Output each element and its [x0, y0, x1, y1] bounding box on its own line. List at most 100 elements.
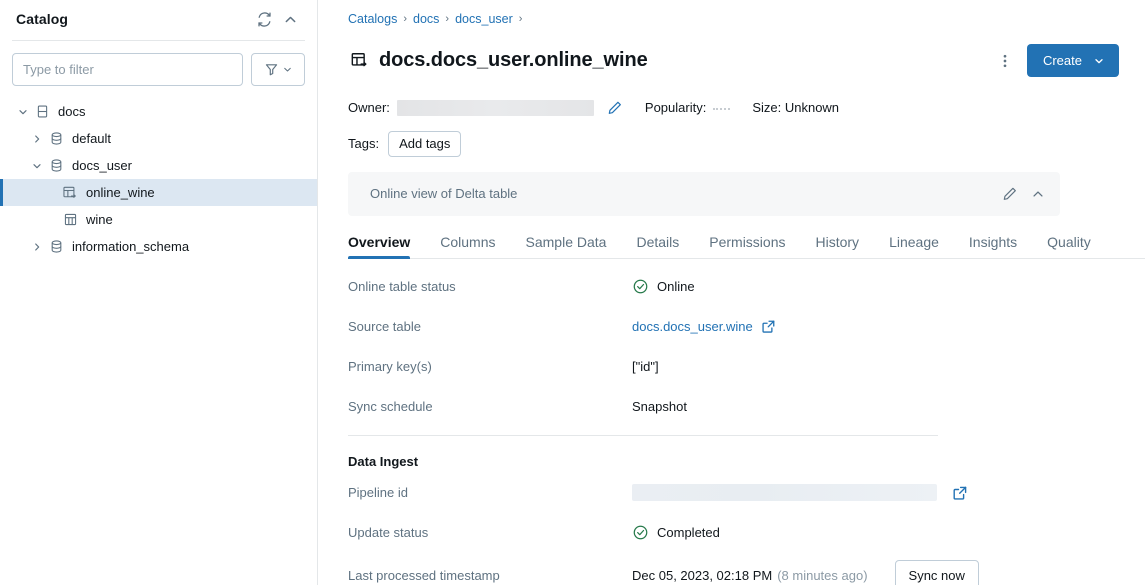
main-panel: Catalogs › docs › docs_user › docs.docs_…	[318, 0, 1145, 585]
collapse-sidebar-icon[interactable]	[277, 6, 303, 32]
sidebar-title: Catalog	[16, 11, 251, 27]
detail-value: docs.docs_user.wine	[632, 319, 776, 334]
chevron-down-icon[interactable]	[14, 106, 32, 118]
check-circle-icon	[632, 524, 649, 541]
add-tags-button[interactable]: Add tags	[388, 131, 461, 157]
tree-item-docs-user[interactable]: docs_user	[0, 152, 317, 179]
section-divider	[348, 435, 938, 436]
tree-item-label: docs	[58, 104, 85, 119]
tree-item-label: online_wine	[86, 185, 155, 200]
tab-overview[interactable]: Overview	[348, 234, 410, 258]
metadata-row: Owner: Popularity: Size: Unknown	[348, 97, 1145, 119]
detail-value: ["id"]	[632, 359, 659, 374]
tree-item-online-wine[interactable]: online_wine	[0, 179, 317, 206]
tab-history[interactable]: History	[816, 234, 860, 258]
external-link-icon[interactable]	[761, 319, 776, 334]
size-label: Size: Unknown	[752, 100, 839, 115]
database-icon	[46, 239, 66, 254]
tags-row: Tags: Add tags	[348, 131, 1145, 157]
popularity-value	[713, 108, 730, 110]
tab-sample-data[interactable]: Sample Data	[526, 234, 607, 258]
tree-item-wine[interactable]: wine	[0, 206, 317, 233]
description-text: Online view of Delta table	[370, 186, 996, 201]
detail-row-online-table-status: Online table status Online	[348, 267, 1145, 307]
sidebar-header: Catalog	[0, 0, 317, 38]
breadcrumb-separator: ›	[519, 13, 523, 25]
detail-row-primary-keys: Primary key(s) ["id"]	[348, 347, 1145, 387]
detail-row-last-processed-timestamp: Last processed timestamp Dec 05, 2023, 0…	[348, 553, 1145, 585]
tab-lineage[interactable]: Lineage	[889, 234, 939, 258]
tab-columns[interactable]: Columns	[440, 234, 495, 258]
description-box: Online view of Delta table	[348, 172, 1060, 216]
catalog-tree: docs default	[0, 94, 317, 260]
detail-row-source-table: Source table docs.docs_user.wine	[348, 307, 1145, 347]
online-table-status-value: Online	[657, 279, 695, 294]
detail-value: Dec 05, 2023, 02:18 PM (8 minutes ago) S…	[632, 560, 979, 585]
last-processed-relative-time: (8 minutes ago)	[777, 568, 867, 583]
page-title: docs.docs_user.online_wine	[379, 49, 991, 72]
detail-key: Primary key(s)	[348, 359, 632, 374]
external-link-icon[interactable]	[952, 485, 968, 501]
source-table-link[interactable]: docs.docs_user.wine	[632, 319, 753, 334]
chevron-down-icon	[282, 64, 293, 75]
filter-button[interactable]	[251, 53, 305, 86]
create-button[interactable]: Create	[1027, 44, 1119, 77]
tree-item-default[interactable]: default	[0, 125, 317, 152]
chevron-right-icon[interactable]	[28, 133, 46, 145]
breadcrumb-item-docs-user[interactable]: docs_user	[455, 12, 513, 26]
sync-now-button[interactable]: Sync now	[895, 560, 979, 585]
detail-key: Last processed timestamp	[348, 568, 632, 583]
detail-value: Online	[632, 278, 695, 295]
collapse-description-icon[interactable]	[1024, 180, 1052, 208]
chevron-right-icon[interactable]	[28, 241, 46, 253]
refresh-icon[interactable]	[251, 6, 277, 32]
create-button-label: Create	[1043, 53, 1082, 68]
breadcrumb-separator: ›	[403, 13, 407, 25]
pencil-icon[interactable]	[607, 100, 623, 116]
search-input[interactable]	[12, 53, 243, 86]
detail-value: Completed	[632, 524, 720, 541]
catalog-explorer-app: Catalog	[0, 0, 1145, 585]
page-header: docs.docs_user.online_wine Create	[348, 36, 1145, 86]
funnel-icon	[264, 62, 279, 77]
breadcrumb-item-catalogs[interactable]: Catalogs	[348, 12, 397, 26]
last-processed-timestamp-value: Dec 05, 2023, 02:18 PM	[632, 568, 772, 583]
tree-item-label: default	[72, 131, 111, 146]
popularity-meta: Popularity:	[645, 100, 730, 115]
detail-row-update-status: Update status Completed	[348, 513, 1145, 553]
pencil-icon[interactable]	[996, 180, 1024, 208]
pipeline-id-redacted	[632, 484, 937, 501]
online-table-icon	[348, 50, 370, 72]
tab-details[interactable]: Details	[636, 234, 679, 258]
detail-row-pipeline-id: Pipeline id	[348, 473, 1145, 513]
detail-key: Online table status	[348, 279, 632, 294]
online-table-icon	[60, 185, 80, 201]
tree-item-docs[interactable]: docs	[0, 98, 317, 125]
catalog-icon	[32, 104, 52, 119]
database-icon	[46, 158, 66, 173]
detail-value	[632, 484, 968, 501]
update-status-value: Completed	[657, 525, 720, 540]
overview-details: Online table status Online Source table …	[348, 267, 1145, 585]
breadcrumb-item-docs[interactable]: docs	[413, 12, 439, 26]
owner-label: Owner:	[348, 100, 390, 115]
database-icon	[46, 131, 66, 146]
tab-quality[interactable]: Quality	[1047, 234, 1091, 258]
tags-label: Tags:	[348, 136, 379, 151]
tab-insights[interactable]: Insights	[969, 234, 1017, 258]
detail-key: Pipeline id	[348, 485, 632, 500]
detail-key: Source table	[348, 319, 632, 334]
tab-permissions[interactable]: Permissions	[709, 234, 785, 258]
size-meta: Size: Unknown	[752, 100, 839, 115]
detail-key: Update status	[348, 525, 632, 540]
more-vertical-icon[interactable]	[991, 47, 1019, 75]
detail-key: Sync schedule	[348, 399, 632, 414]
check-circle-icon	[632, 278, 649, 295]
chevron-down-icon[interactable]	[28, 160, 46, 172]
tree-item-information-schema[interactable]: information_schema	[0, 233, 317, 260]
catalog-sidebar: Catalog	[0, 0, 318, 585]
breadcrumb-separator: ›	[445, 13, 449, 25]
owner-value-redacted	[397, 100, 594, 116]
popularity-label: Popularity:	[645, 100, 706, 115]
chevron-down-icon	[1093, 55, 1105, 67]
